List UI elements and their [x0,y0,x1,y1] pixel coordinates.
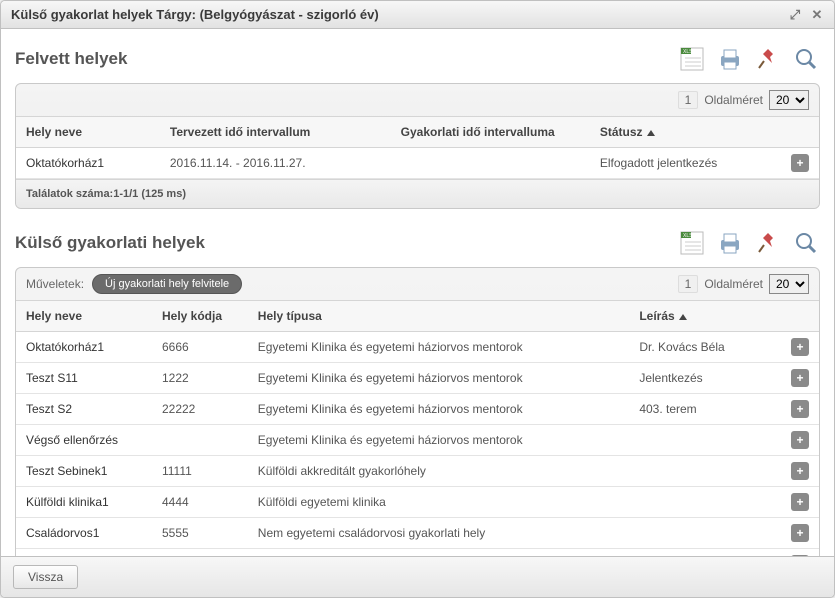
row-expand-button[interactable]: + [791,462,809,480]
pagesize-select[interactable]: 20 [769,274,809,294]
pagesize-label: Oldalméret [704,93,763,107]
pagesize-select[interactable]: 20 [769,90,809,110]
excel-export-icon[interactable]: XLS [678,45,706,73]
search-icon[interactable] [792,229,820,257]
section1-table: Hely neve Tervezett idő intervallum Gyak… [16,116,819,179]
row-expand-button[interactable]: + [791,431,809,449]
col-header[interactable]: Leírás [629,301,781,332]
excel-export-icon[interactable]: XLS [678,229,706,257]
table-row[interactable]: Végső ellenőrzésEgyetemi Klinika és egye… [16,425,819,456]
table-row[interactable]: Oktatókorház1 2016.11.14. - 2016.11.27. … [16,148,819,179]
sort-asc-icon [647,130,655,136]
back-button[interactable]: Vissza [13,565,78,589]
col-header[interactable]: Tervezett idő intervallum [160,117,391,148]
ops-label: Műveletek: [26,277,84,291]
table-row[interactable]: Külföldi133333Külföldi akkreditált gyako… [16,549,819,557]
section2-title: Külső gyakorlati helyek [15,233,205,253]
content-area: Felvett helyek XLS 1 [1,29,834,556]
col-header[interactable]: Hely kódja [152,301,248,332]
svg-text:XLS: XLS [683,49,693,55]
row-expand-button[interactable]: + [791,154,809,172]
pin-icon[interactable] [754,45,782,73]
grid-footer: Találatok száma:1-1/1 (125 ms) [16,179,819,208]
sort-asc-icon [679,314,687,320]
search-icon[interactable] [792,45,820,73]
pagesize-label: Oldalméret [704,277,763,291]
window-title: Külső gyakorlat helyek Tárgy: (Belgyógyá… [11,7,379,22]
col-header[interactable]: Hely neve [16,301,152,332]
table-row[interactable]: Teszt S111222Egyetemi Klinika és egyetem… [16,363,819,394]
bottom-bar: Vissza [1,556,834,597]
col-header[interactable]: Hely típusa [248,301,630,332]
pin-icon[interactable] [754,229,782,257]
dialog-window: Külső gyakorlat helyek Tárgy: (Belgyógyá… [0,0,835,598]
section1-title: Felvett helyek [15,49,127,69]
pager: 1 Oldalméret 20 [678,90,809,110]
table-row[interactable]: Külföldi klinika14444Külföldi egyetemi k… [16,487,819,518]
table-row[interactable]: Teszt Sebinek111111Külföldi akkreditált … [16,456,819,487]
table-row[interactable]: Teszt S222222Egyetemi Klinika és egyetem… [16,394,819,425]
titlebar: Külső gyakorlat helyek Tárgy: (Belgyógyá… [1,1,834,29]
section2-panel: Műveletek: Új gyakorlati hely felvitele … [15,267,820,556]
table-row[interactable]: Oktatókorház16666Egyetemi Klinika és egy… [16,332,819,363]
table-row[interactable]: Családorvos15555Nem egyetemi családorvos… [16,518,819,549]
close-icon[interactable]: ✕ [810,8,824,22]
page-number: 1 [678,275,699,293]
col-header[interactable]: Gyakorlati idő intervalluma [391,117,590,148]
svg-text:XLS: XLS [683,233,693,239]
print-icon[interactable] [716,229,744,257]
row-expand-button[interactable]: + [791,400,809,418]
page-number: 1 [678,91,699,109]
col-header[interactable]: Hely neve [16,117,160,148]
row-expand-button[interactable]: + [791,493,809,511]
row-expand-button[interactable]: + [791,338,809,356]
section1-panel: 1 Oldalméret 20 Hely neve Tervezett idő … [15,83,820,209]
col-header[interactable]: Státusz [590,117,781,148]
row-expand-button[interactable]: + [791,524,809,542]
row-expand-button[interactable]: + [791,369,809,387]
section2-table: Hely neve Hely kódja Hely típusa Leírás … [16,300,819,556]
print-icon[interactable] [716,45,744,73]
pager: 1 Oldalméret 20 [678,274,809,294]
add-practice-place-button[interactable]: Új gyakorlati hely felvitele [92,274,242,294]
maximize-icon[interactable]: ⤢ [788,8,802,22]
